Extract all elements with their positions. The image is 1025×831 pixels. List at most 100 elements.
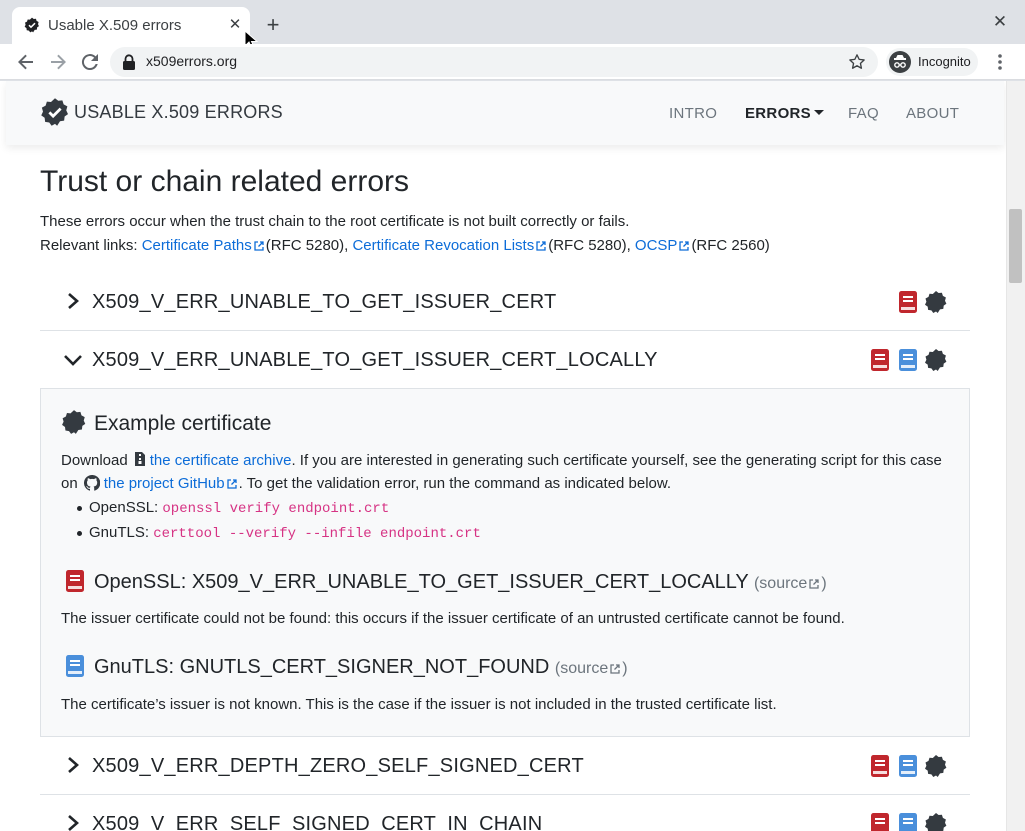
book-icon[interactable]	[898, 290, 918, 314]
error-name: X509_V_ERR_DEPTH_ZERO_SELF_SIGNED_CERT	[92, 755, 584, 777]
error-row[interactable]: X509_V_ERR_DEPTH_ZERO_SELF_SIGNED_CERT	[40, 737, 970, 795]
section-intro: These errors occur when the trust chain …	[40, 213, 630, 230]
tab-strip: Usable X.509 errors ✕ + ✕	[0, 0, 1025, 50]
github-prefix: on	[61, 475, 78, 492]
back-icon[interactable]	[14, 50, 38, 74]
link-ocsp[interactable]: OCSP	[635, 237, 678, 254]
book-icon	[66, 655, 84, 677]
command-code[interactable]: certtool --verify --infile endpoint.crt	[153, 526, 481, 542]
error-row[interactable]: X509_V_ERR_UNABLE_TO_GET_ISSUER_CERT	[40, 273, 970, 331]
site-brand[interactable]: USABLE X.509 ERRORS	[74, 102, 283, 123]
book-icon[interactable]	[870, 812, 890, 831]
plus-icon[interactable]: +	[262, 14, 284, 36]
star-icon[interactable]	[848, 53, 866, 71]
external-link-icon	[226, 479, 237, 489]
archive-link[interactable]: the certificate archive	[150, 452, 292, 469]
link-note: (RFC 5280),	[548, 237, 631, 254]
lock-icon[interactable]	[122, 54, 136, 70]
verified-badge-icon[interactable]	[40, 97, 70, 127]
command-lib: OpenSSL:	[89, 499, 159, 516]
incognito-label: Incognito	[918, 54, 971, 69]
github-rest: . To get the validation error, run the c…	[238, 475, 672, 492]
menu-icon[interactable]	[992, 52, 1008, 72]
openssl-heading: OpenSSL: X509_V_ERR_UNABLE_TO_GET_ISSUER…	[94, 571, 827, 594]
link-certificate-paths[interactable]: Certificate Paths	[142, 237, 252, 254]
library-badges	[898, 290, 948, 314]
link-crl[interactable]: Certificate Revocation Lists	[352, 237, 534, 254]
gnutls-description: The certificate’s issuer is not known. T…	[61, 696, 777, 713]
page-viewport: USABLE X.509 ERRORS INTRO ERRORS FAQ ABO…	[0, 81, 1025, 831]
book-icon[interactable]	[870, 754, 890, 778]
github-line: on the project GitHub . To get the validat…	[61, 475, 671, 492]
book-icon[interactable]	[898, 812, 918, 831]
download-rest: . If you are interested in generating su…	[291, 452, 942, 469]
section-title: Trust or chain related errors	[40, 165, 410, 198]
book-icon[interactable]	[898, 348, 918, 372]
scrollbar-thumb[interactable]	[1009, 209, 1022, 283]
error-name: X509_V_ERR_UNABLE_TO_GET_ISSUER_CERT_LOC…	[92, 349, 658, 371]
github-icon	[83, 475, 100, 491]
chevron-right-icon	[68, 293, 79, 309]
reload-icon[interactable]	[78, 50, 102, 74]
nav-about[interactable]: ABOUT	[906, 105, 959, 122]
error-name: X509_V_ERR_UNABLE_TO_GET_ISSUER_CERT	[92, 291, 557, 313]
certificate-seal-icon[interactable]	[924, 290, 948, 314]
openssl-title: OpenSSL: X509_V_ERR_UNABLE_TO_GET_ISSUER…	[94, 571, 749, 593]
library-badges	[870, 348, 948, 372]
close-icon[interactable]: ✕	[227, 17, 243, 33]
command-gnutls: GnuTLS: certtool --verify --infile endpo…	[77, 524, 481, 542]
source-close: )	[821, 575, 827, 592]
chevron-down-icon	[64, 355, 82, 366]
nav-errors-label: ERRORS	[745, 105, 811, 122]
window-close-icon[interactable]: ✕	[990, 12, 1010, 32]
nav-errors[interactable]: ERRORS	[745, 105, 824, 122]
tab-title: Usable X.509 errors	[48, 17, 182, 34]
link-note: (RFC 5280),	[265, 237, 349, 254]
site-navbar: USABLE X.509 ERRORS INTRO ERRORS FAQ ABO…	[6, 81, 1004, 145]
github-link[interactable]: the project GitHub	[104, 475, 225, 492]
command-code[interactable]: openssl verify endpoint.crt	[162, 501, 389, 517]
certificate-seal-icon[interactable]	[924, 812, 948, 831]
book-icon[interactable]	[870, 348, 890, 372]
page-scrollbar[interactable]	[1006, 81, 1025, 831]
openssl-source-link[interactable]: source	[759, 575, 807, 592]
gnutls-source-link[interactable]: source	[560, 660, 608, 677]
verified-badge-icon	[24, 17, 39, 33]
address-bar[interactable]: x509errors.org	[110, 47, 878, 77]
external-link-icon	[254, 241, 264, 251]
browser-tab[interactable]: Usable X.509 errors ✕	[12, 7, 250, 44]
command-lib: GnuTLS:	[89, 524, 150, 541]
relevant-links: Relevant links: Certificate Paths (RFC 52…	[40, 237, 770, 254]
book-icon[interactable]	[898, 754, 918, 778]
external-link-icon	[809, 579, 819, 589]
file-icon	[134, 452, 145, 466]
download-line: Download the certificate archive. If you …	[61, 451, 942, 469]
library-badges	[870, 754, 948, 778]
external-link-icon	[536, 241, 546, 251]
chevron-right-icon	[68, 815, 79, 831]
link-note: (RFC 2560)	[691, 237, 770, 254]
certificate-seal-icon[interactable]	[924, 348, 948, 372]
nav-intro[interactable]: INTRO	[669, 105, 717, 122]
external-link-icon	[610, 664, 620, 674]
source-close: )	[622, 660, 628, 677]
browser-toolbar: x509errors.org Incognito	[0, 44, 1025, 80]
error-row-expanded[interactable]: X509_V_ERR_UNABLE_TO_GET_ISSUER_CERT_LOC…	[40, 331, 970, 389]
incognito-icon	[889, 51, 911, 73]
example-title: Example certificate	[94, 412, 272, 435]
error-detail-panel: Example certificate Download the certific…	[40, 389, 970, 737]
gnutls-heading: GnuTLS: GNUTLS_CERT_SIGNER_NOT_FOUND (so…	[94, 656, 628, 679]
page-content: USABLE X.509 ERRORS INTRO ERRORS FAQ ABO…	[0, 81, 1006, 831]
nav-faq[interactable]: FAQ	[848, 105, 879, 122]
error-row[interactable]: X509_V_ERR_SELF_SIGNED_CERT_IN_CHAIN	[40, 795, 970, 831]
download-prefix: Download	[61, 452, 128, 469]
error-name: X509_V_ERR_SELF_SIGNED_CERT_IN_CHAIN	[92, 813, 543, 831]
url-text[interactable]: x509errors.org	[146, 53, 237, 69]
caret-down-icon	[813, 110, 824, 115]
certificate-seal-icon[interactable]	[924, 754, 948, 778]
chevron-right-icon	[68, 757, 79, 773]
gnutls-source: (source)	[555, 660, 628, 677]
incognito-indicator[interactable]: Incognito	[886, 48, 978, 76]
forward-icon[interactable]	[46, 50, 70, 74]
command-openssl: OpenSSL: openssl verify endpoint.crt	[76, 499, 389, 517]
